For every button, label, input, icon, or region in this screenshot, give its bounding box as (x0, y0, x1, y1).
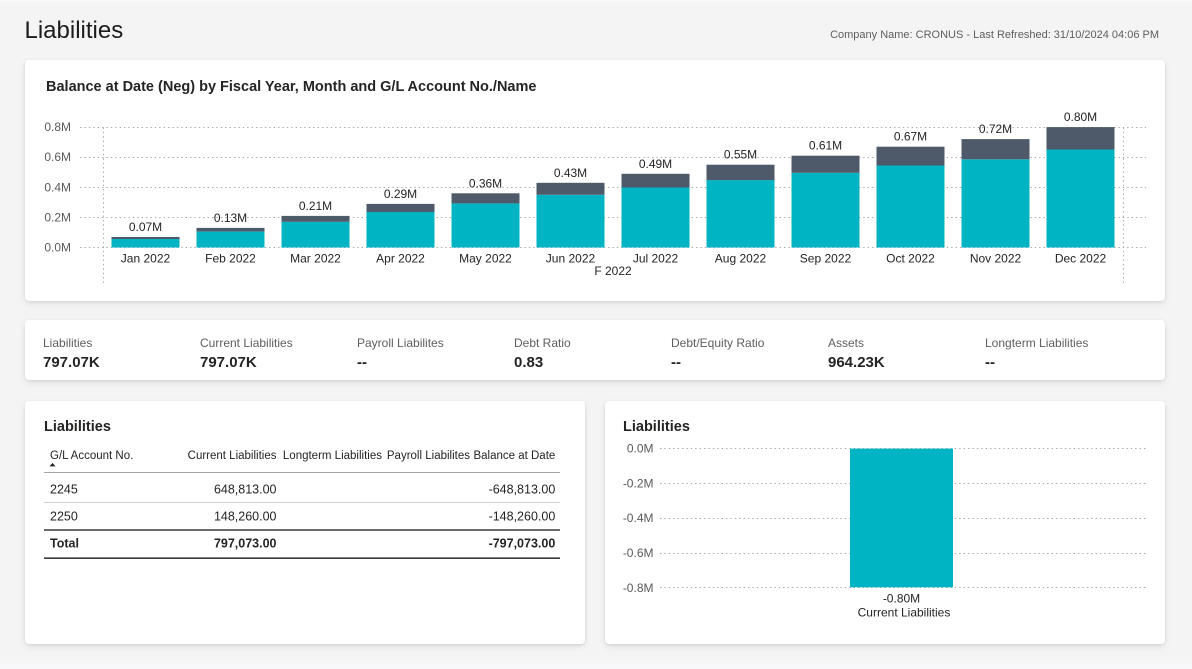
svg-text:Dec 2022: Dec 2022 (1055, 252, 1107, 266)
svg-text:May 2022: May 2022 (459, 252, 512, 266)
svg-text:Total: Total (50, 537, 79, 551)
svg-text:0.29M: 0.29M (384, 187, 417, 201)
svg-text:0.21M: 0.21M (299, 199, 332, 213)
svg-text:Aug 2022: Aug 2022 (715, 252, 767, 266)
svg-text:0.8M: 0.8M (44, 120, 71, 134)
svg-text:2245: 2245 (50, 483, 78, 497)
svg-text:Feb 2022: Feb 2022 (205, 252, 256, 266)
svg-text:Jun 2022: Jun 2022 (546, 252, 596, 266)
svg-text:Apr 2022: Apr 2022 (376, 252, 425, 266)
svg-text:0.4M: 0.4M (44, 180, 71, 194)
svg-text:0.67M: 0.67M (894, 130, 927, 144)
svg-text:148,260.00: 148,260.00 (214, 510, 277, 524)
svg-text:-148,260.00: -148,260.00 (489, 510, 556, 524)
svg-text:0.07M: 0.07M (129, 220, 162, 234)
svg-text:0.49M: 0.49M (639, 157, 672, 171)
svg-text:-0.4M: -0.4M (623, 511, 654, 525)
svg-text:Longterm Liabilities: Longterm Liabilities (283, 450, 382, 462)
svg-text:0.0M: 0.0M (44, 241, 71, 255)
svg-text:Jul 2022: Jul 2022 (633, 252, 679, 266)
svg-text:0.61M: 0.61M (809, 139, 842, 153)
svg-text:Oct 2022: Oct 2022 (886, 252, 935, 266)
svg-text:-797,073.00: -797,073.00 (489, 537, 556, 551)
svg-text:0.43M: 0.43M (554, 166, 587, 180)
svg-text:0.72M: 0.72M (979, 122, 1012, 136)
svg-text:648,813.00: 648,813.00 (214, 483, 277, 497)
svg-text:F 2022: F 2022 (594, 264, 632, 278)
svg-text:0.55M: 0.55M (724, 148, 757, 162)
svg-text:Current Liabilities: Current Liabilities (858, 605, 951, 619)
svg-text:0.36M: 0.36M (469, 176, 502, 190)
svg-text:0.6M: 0.6M (44, 150, 71, 164)
svg-text:-0.80M: -0.80M (883, 591, 920, 605)
svg-text:2250: 2250 (50, 510, 78, 524)
svg-text:-0.6M: -0.6M (623, 546, 654, 560)
svg-text:Mar 2022: Mar 2022 (290, 252, 341, 266)
svg-text:797,073.00: 797,073.00 (214, 537, 277, 551)
svg-text:Jan 2022: Jan 2022 (121, 252, 171, 266)
svg-text:0.80M: 0.80M (1064, 110, 1097, 124)
svg-text:0.2M: 0.2M (44, 210, 71, 224)
svg-text:-648,813.00: -648,813.00 (489, 483, 556, 497)
svg-text:Current Liabilities: Current Liabilities (188, 450, 277, 462)
svg-text:-0.2M: -0.2M (623, 476, 654, 490)
svg-text:Sep 2022: Sep 2022 (800, 252, 852, 266)
svg-text:0.0M: 0.0M (627, 442, 654, 456)
svg-text:Nov 2022: Nov 2022 (970, 252, 1022, 266)
svg-text:-0.8M: -0.8M (623, 581, 654, 595)
svg-text:G/L Account No.: G/L Account No. (50, 450, 133, 462)
svg-text:Payroll Liabilites: Payroll Liabilites (387, 450, 470, 462)
svg-text:Balance at Date: Balance at Date (473, 450, 555, 462)
svg-text:0.13M: 0.13M (214, 211, 247, 225)
